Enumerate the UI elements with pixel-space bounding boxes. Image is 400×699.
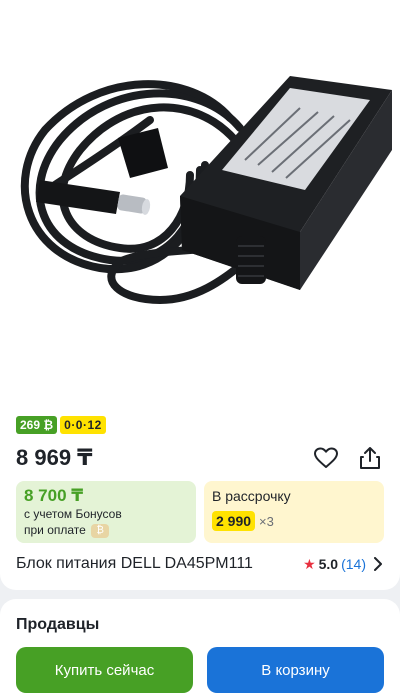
installment-line: 2 990 ×3: [212, 511, 376, 531]
add-to-cart-button[interactable]: В корзину: [207, 647, 384, 693]
favorite-button[interactable]: [312, 444, 340, 472]
share-icon: [360, 447, 380, 469]
product-card: 269 ₿ 0·0·12 8 969 ₸ 8 700 ₸ с учетом Бо…: [0, 0, 400, 590]
bonus-note-line1: с учетом Бонусов: [24, 507, 122, 521]
bonus-badge: 269 ₿: [16, 416, 58, 434]
star-icon: ★: [303, 555, 316, 572]
product-photo[interactable]: [0, 0, 400, 400]
review-count[interactable]: (14): [341, 556, 366, 572]
installment-months: ×3: [259, 513, 274, 529]
bonus-offer-box[interactable]: 8 700 ₸ с учетом Бонусов при оплате ₿: [16, 481, 196, 543]
product-title-row[interactable]: Блок питания DELL DA45PM111 ★ 5.0 (14): [16, 552, 384, 576]
bonus-coin-icon: ₿: [91, 523, 110, 538]
sellers-title: Продавцы: [16, 616, 100, 633]
share-button[interactable]: [356, 444, 384, 472]
installment-amount: 2 990: [212, 511, 256, 531]
bonus-note-line2: при оплате ₿: [24, 522, 188, 538]
bonus-price: 8 700 ₸: [24, 486, 84, 505]
heart-outline-icon: [314, 447, 338, 468]
product-title: Блок питания DELL DA45PM111: [16, 555, 253, 572]
chevron-right-icon[interactable]: [372, 556, 384, 572]
price-row: 8 969 ₸: [16, 442, 384, 474]
rating-value: 5.0: [318, 556, 339, 572]
installment-badge: 0·0·12: [60, 416, 106, 434]
installment-offer-box[interactable]: В рассрочку 2 990 ×3: [204, 481, 384, 543]
promo-badges: 269 ₿ 0·0·12: [16, 416, 106, 434]
rating[interactable]: ★ 5.0 (14): [303, 556, 366, 573]
bonus-note-text: при оплате: [24, 523, 86, 537]
buy-now-button[interactable]: Купить сейчас: [16, 647, 193, 693]
installment-title: В рассрочку: [212, 488, 291, 504]
